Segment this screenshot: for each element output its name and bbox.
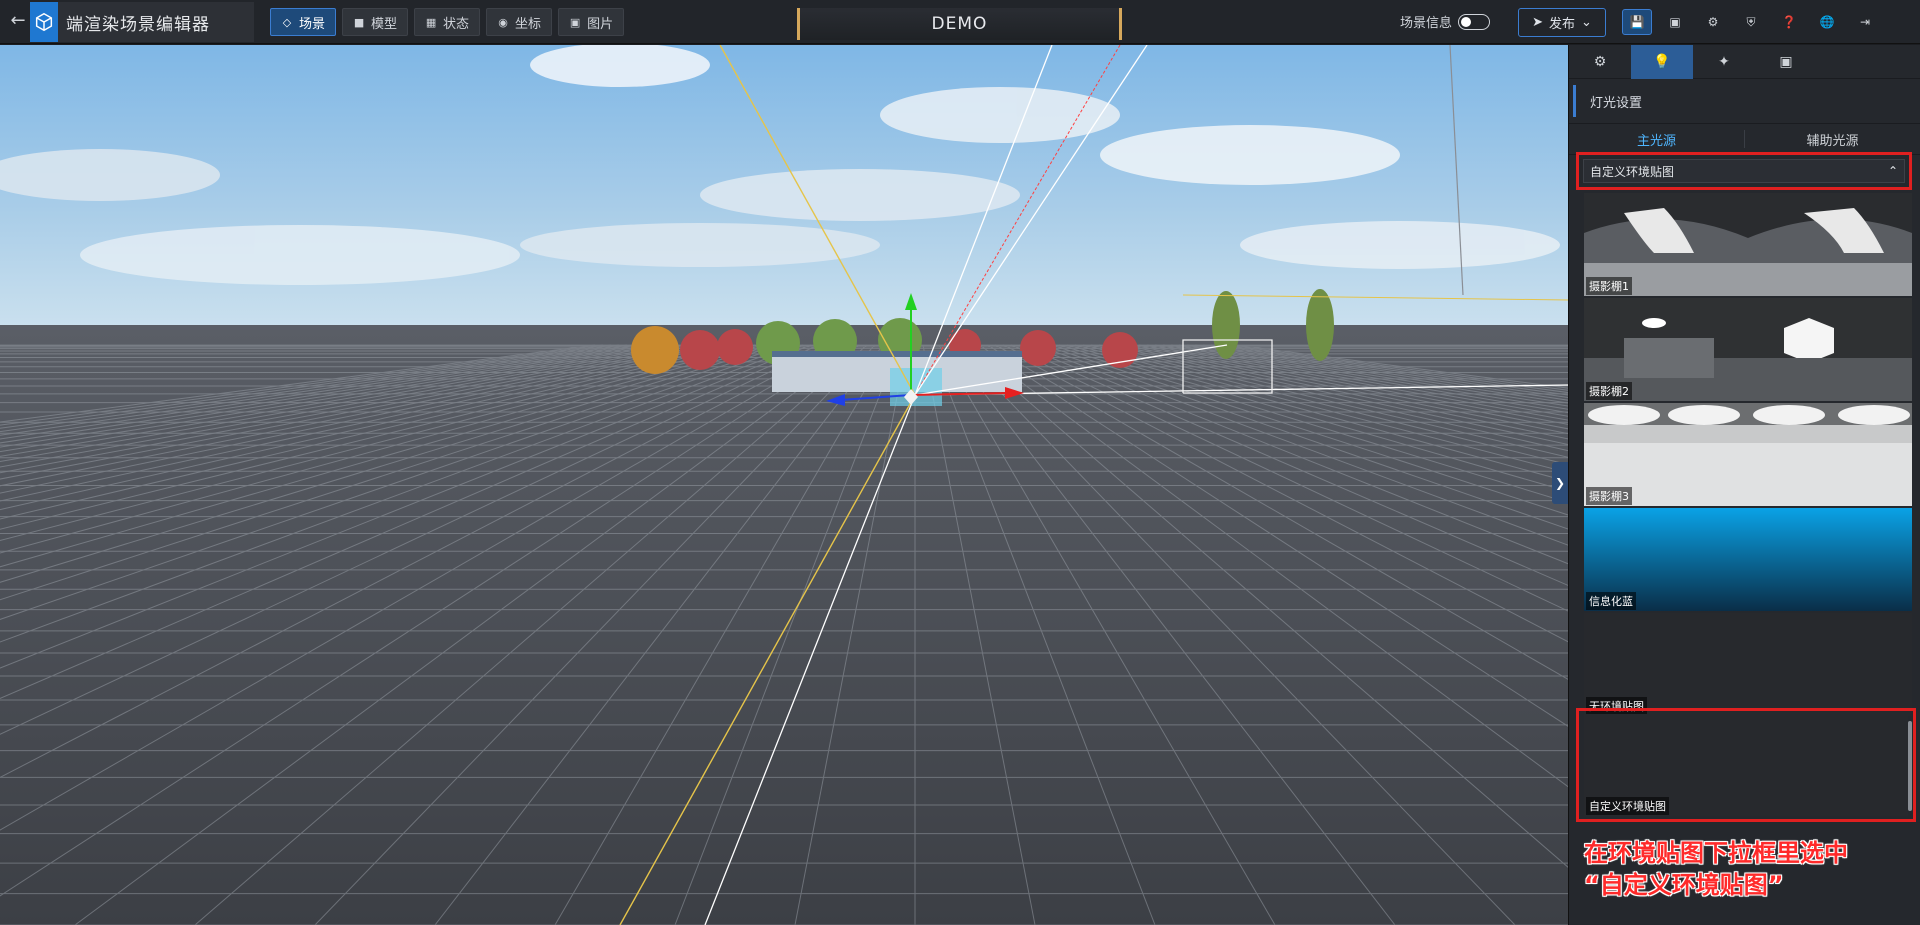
env-map-dropdown[interactable]: 自定义环境贴图 ⌃ bbox=[1583, 159, 1905, 183]
help-icon[interactable]: ❓ bbox=[1774, 9, 1804, 35]
top-bar: ← 端渲染场景编辑器 ◇ 场景 ■ 模型 ▦ 状态 ◉ 坐标 ▣ 图片 DEMO 场景信息… bbox=[0, 0, 1920, 44]
env-label: 自定义环境贴图 bbox=[1586, 797, 1669, 815]
tab-coordinate[interactable]: ◉ 坐标 bbox=[486, 8, 553, 36]
highlight-box-dropdown: 自定义环境贴图 ⌃ bbox=[1576, 152, 1912, 190]
scene-info-label: 场景信息 bbox=[1400, 16, 1453, 31]
3d-viewport[interactable]: ❯ bbox=[0, 45, 1568, 925]
exit-icon[interactable]: ⇥ bbox=[1850, 9, 1880, 35]
env-label: 摄影棚2 bbox=[1586, 382, 1632, 400]
env-item-studio3[interactable]: 摄影棚3 bbox=[1584, 403, 1912, 506]
env-thumb-studio3 bbox=[1584, 403, 1912, 506]
tab-model[interactable]: ■ 模型 bbox=[342, 8, 409, 36]
tab-image[interactable]: ▣ 图片 bbox=[558, 8, 625, 36]
main-nav: ◇ 场景 ■ 模型 ▦ 状态 ◉ 坐标 ▣ 图片 bbox=[270, 8, 625, 36]
settings-icon[interactable]: ⚙ bbox=[1698, 9, 1728, 35]
env-label: 摄影棚1 bbox=[1586, 277, 1632, 295]
shield-icon[interactable]: ⛨ bbox=[1736, 9, 1766, 35]
cube-icon: ■ bbox=[353, 15, 365, 29]
light-bulb-icon: 💡 bbox=[1653, 54, 1671, 70]
highlight-box-custom: 自定义环境贴图 bbox=[1576, 708, 1916, 822]
tab-materials[interactable]: ⚙ bbox=[1569, 45, 1631, 79]
magic-wand-icon: ✦ bbox=[1718, 54, 1730, 70]
publish-button[interactable]: ➤ 发布 ⌄ bbox=[1518, 8, 1606, 37]
grid-icon: ▦ bbox=[425, 15, 437, 29]
annotation-callout: 在环境贴图下拉框里选中 “自定义环境贴图” bbox=[1584, 837, 1848, 901]
env-map-list: 摄影棚1 摄影棚2 摄影棚3 信息化蓝 无环境贴图 bbox=[1584, 193, 1912, 718]
section-title: 灯光设置 bbox=[1573, 85, 1920, 117]
back-arrow-icon[interactable]: ← bbox=[8, 11, 28, 31]
viewport-canvas[interactable] bbox=[0, 45, 1568, 925]
toolbar-icons: 💾 ▣ ⚙ ⛨ ❓ 🌐 ⇥ bbox=[1622, 9, 1880, 35]
cube-logo-icon bbox=[30, 2, 58, 42]
env-item-studio2[interactable]: 摄影棚2 bbox=[1584, 298, 1912, 401]
screen-icon[interactable]: ▣ bbox=[1660, 9, 1690, 35]
light-source-tabs: 主光源 辅助光源 bbox=[1569, 123, 1920, 155]
image-icon: ▣ bbox=[1779, 54, 1793, 70]
env-item-info-blue[interactable]: 信息化蓝 bbox=[1584, 508, 1912, 611]
save-icon[interactable]: 💾 bbox=[1622, 9, 1652, 35]
annotation-line2: “自定义环境贴图” bbox=[1584, 871, 1784, 899]
annotation-line1: 在环境贴图下拉框里选中 bbox=[1584, 839, 1848, 867]
pin-icon: ◉ bbox=[498, 15, 508, 29]
tab-aux-light[interactable]: 辅助光源 bbox=[1745, 124, 1920, 154]
panel-tabs: ⚙ 💡 ✦ ▣ bbox=[1569, 45, 1920, 79]
env-item-studio1[interactable]: 摄影棚1 bbox=[1584, 193, 1912, 296]
scene-name: DEMO bbox=[797, 8, 1122, 40]
chevron-down-icon: ⌄ bbox=[1581, 15, 1592, 30]
scrollbar[interactable] bbox=[1908, 721, 1912, 811]
env-thumb-studio1 bbox=[1584, 193, 1912, 296]
env-item-custom[interactable]: 自定义环境贴图 bbox=[1584, 714, 1908, 816]
nodes-icon: ⚙ bbox=[1593, 54, 1607, 70]
collapse-panel-button[interactable]: ❯ bbox=[1552, 462, 1568, 504]
layers-icon: ◇ bbox=[282, 15, 292, 29]
send-icon: ➤ bbox=[1532, 15, 1543, 30]
tab-scene[interactable]: ◇ 场景 bbox=[270, 8, 337, 36]
dropdown-value: 自定义环境贴图 bbox=[1590, 164, 1675, 179]
tab-state[interactable]: ▦ 状态 bbox=[414, 8, 481, 36]
globe-icon[interactable]: 🌐 bbox=[1812, 9, 1842, 35]
tab-lighting[interactable]: 💡 bbox=[1631, 45, 1693, 79]
ground-plane bbox=[0, 325, 1568, 925]
tab-main-light[interactable]: 主光源 bbox=[1569, 124, 1744, 154]
env-label: 信息化蓝 bbox=[1586, 592, 1636, 610]
app-title: 端渲染场景编辑器 bbox=[66, 14, 210, 35]
env-thumb-studio2 bbox=[1584, 298, 1912, 401]
tab-effects[interactable]: ✦ bbox=[1693, 45, 1755, 79]
chevron-up-icon: ⌃ bbox=[1887, 164, 1898, 178]
scene-info-toggle-group: 场景信息 bbox=[1400, 12, 1491, 31]
app-brand: 端渲染场景编辑器 bbox=[30, 2, 254, 42]
env-label: 摄影棚3 bbox=[1586, 487, 1632, 505]
scene-info-toggle[interactable] bbox=[1458, 13, 1491, 30]
image-icon: ▣ bbox=[569, 15, 581, 29]
tab-image-settings[interactable]: ▣ bbox=[1755, 45, 1817, 79]
env-item-none[interactable]: 无环境贴图 bbox=[1584, 613, 1912, 716]
